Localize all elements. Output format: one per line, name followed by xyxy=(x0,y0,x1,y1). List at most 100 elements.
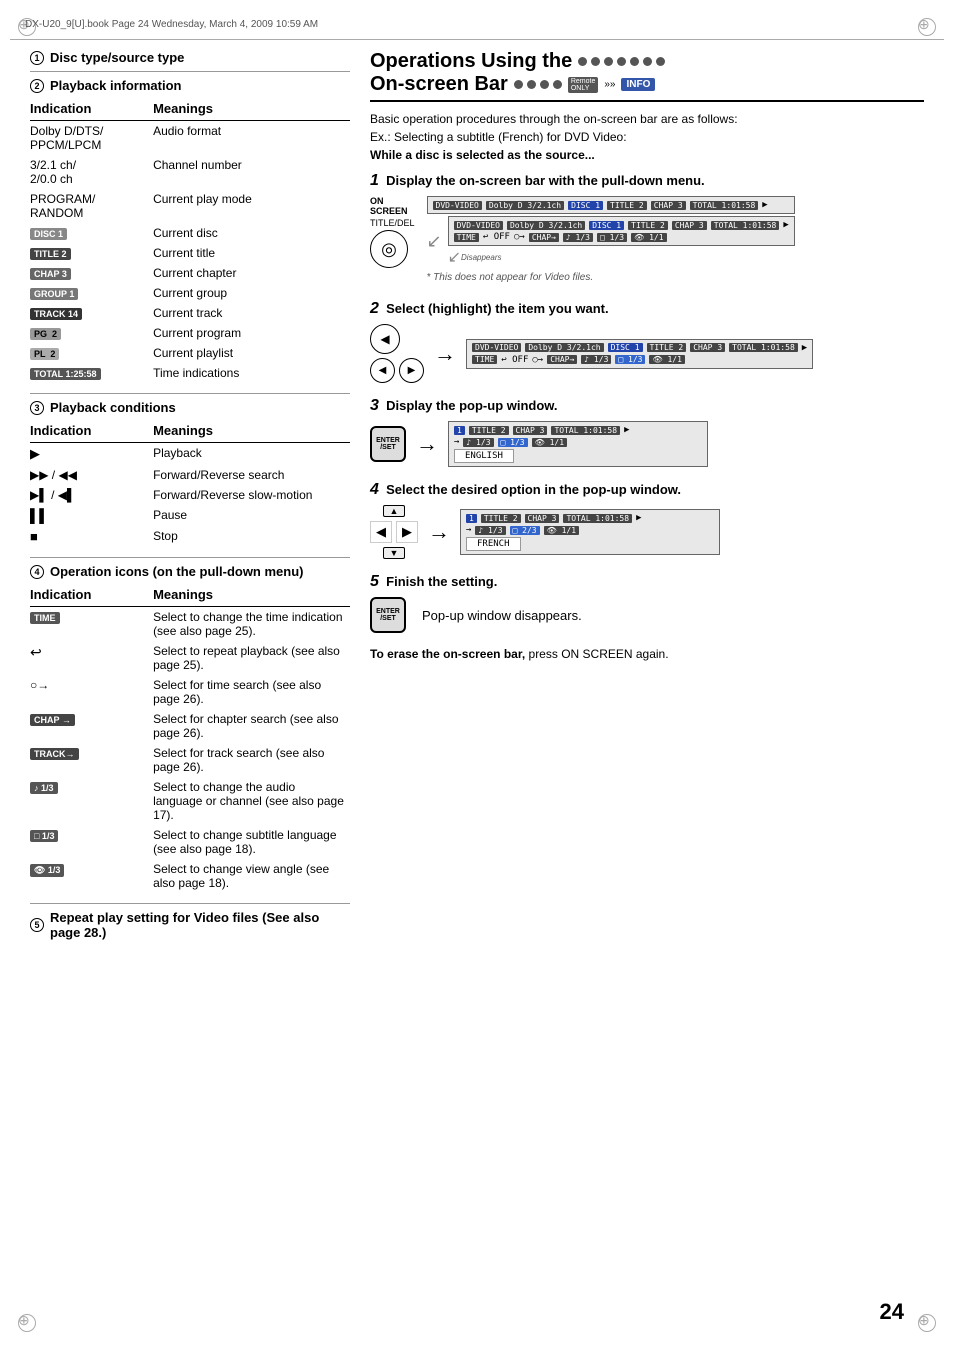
table-row: ▶▶ / ◀◀ Forward/Reverse search xyxy=(30,465,350,485)
indication-cell: PROGRAM/RANDOM xyxy=(30,189,153,223)
btn-right-4[interactable]: ▶ xyxy=(396,521,418,543)
meaning-cell: Current play mode xyxy=(153,189,350,223)
table-row: ▌▌ Pause xyxy=(30,505,350,526)
step-2-lr-btns: ◀ ▶ xyxy=(370,358,424,383)
audio-3: ♪ 1/3 xyxy=(463,438,493,447)
step-2: 2 Select (highlight) the item you want. … xyxy=(370,300,924,383)
screen-row-1a: DVD-VIDEO Dolby D 3/2.1ch DISC 1 TITLE 2… xyxy=(433,200,789,210)
btn-circle-1[interactable]: ◎ xyxy=(370,230,408,268)
time-badge-1: TIME xyxy=(454,233,479,242)
down-arrow-1: ↙ xyxy=(448,247,461,267)
info-badge: INFO xyxy=(621,78,655,91)
step-5-num: 5 xyxy=(370,573,379,590)
table-row: TOTAL 1:25:58 Time indications xyxy=(30,363,350,383)
col-header-indication-4: Indication xyxy=(30,585,153,607)
play-icon-3: ▶ xyxy=(624,425,629,435)
section-3-header: 3 Playback conditions xyxy=(30,400,350,415)
btn-left-2b[interactable]: ◀ xyxy=(370,358,395,383)
dot-6 xyxy=(643,57,652,66)
table-row: GROUP 1 Current group xyxy=(30,283,350,303)
title-text-1: Operations Using the xyxy=(370,50,572,73)
table-row: □ 1/3 Select to change subtitle language… xyxy=(30,825,350,859)
title-del-label: TITLE/DEL xyxy=(370,218,415,228)
table-row: TITLE 2 Current title xyxy=(30,243,350,263)
btn-down-4[interactable]: ▼ xyxy=(383,547,405,559)
section-4-table: Indication Meanings TIME Select to chang… xyxy=(30,585,350,893)
section-5-header: 5 Repeat play setting for Video files (S… xyxy=(30,910,350,940)
indication-cell: 👁 1/3 xyxy=(30,859,153,893)
badge-title: TITLE 2 xyxy=(30,248,71,260)
dot-1 xyxy=(578,57,587,66)
enter-text-3: ENTER xyxy=(376,437,400,444)
screen-row-2a: DVD-VIDEO Dolby D 3/2.1ch DISC 1 TITLE 2… xyxy=(472,343,807,353)
badge-total: TOTAL 1:25:58 xyxy=(30,368,101,380)
btn-left-2[interactable]: ◀ xyxy=(370,324,400,354)
indication-cell: ■ xyxy=(30,526,153,547)
popup-disappears-text: Pop-up window disappears. xyxy=(422,608,582,623)
enter-text-5: ENTER xyxy=(376,608,400,615)
screen-box-4a: 1 TITLE 2 CHAP 3 TOTAL 1:01:58 ▶ → ♪ 1/3… xyxy=(460,509,720,555)
play-icon-1a: ▶ xyxy=(762,200,767,210)
indication-cell: ▶▶ / ◀◀ xyxy=(30,465,153,485)
badge-subtitle: □ 1/3 xyxy=(30,830,58,842)
btn-left-4[interactable]: ◀ xyxy=(370,521,392,543)
dot-5 xyxy=(630,57,639,66)
total-badge-2: TOTAL 1:01:58 xyxy=(729,343,798,352)
section-2-title: Playback information xyxy=(50,78,181,93)
sub-4: □ 2/3 xyxy=(510,526,540,535)
table-row: ▶ Playback xyxy=(30,443,350,466)
dolby-badge-1a: Dolby D 3/2.1ch xyxy=(486,201,564,210)
step-1-instruction: Display the on-screen bar with the pull-… xyxy=(386,173,705,188)
indication-cell: □ 1/3 xyxy=(30,825,153,859)
dot-8 xyxy=(514,80,523,89)
btn-up-4[interactable]: ▲ xyxy=(383,505,405,517)
disc-badge-2: DISC 1 xyxy=(608,343,643,352)
badge-pg: PG 2 xyxy=(30,328,61,340)
meaning-cell: Current title xyxy=(153,243,350,263)
sub-2-hl: □ 1/3 xyxy=(615,355,645,364)
indication-cell: TRACK→ xyxy=(30,743,153,777)
arrow-3: → xyxy=(454,437,459,447)
dot-4 xyxy=(617,57,626,66)
section-5-num: 5 xyxy=(30,918,44,932)
arrow-4: → xyxy=(466,525,471,535)
indication-cell: 3/2.1 ch/2/0.0 ch xyxy=(30,155,153,189)
screen-row-1b: DVD-VIDEO Dolby D 3/2.1ch DISC 1 TITLE 2… xyxy=(454,220,789,230)
total-badge-1a: TOTAL 1:01:58 xyxy=(690,201,759,210)
chap-arr-2: CHAP→ xyxy=(547,355,577,364)
screen-row-4b: → ♪ 1/3 □ 2/3 👁 1/1 xyxy=(466,525,714,535)
title-badge-4: TITLE 2 xyxy=(481,514,521,523)
indication-cell: TIME xyxy=(30,607,153,642)
play-icon-1b: ▶ xyxy=(783,220,788,230)
step-1-left-diagram: ONSCREEN TITLE/DEL ◎ xyxy=(370,196,415,268)
table-row: 👁 1/3 Select to change view angle (see a… xyxy=(30,859,350,893)
divider-2 xyxy=(30,393,350,394)
table-row: ○→ Select for time search (see also page… xyxy=(30,675,350,709)
dvd-video-badge-1a: DVD-VIDEO xyxy=(433,201,482,210)
step-3-instruction: Display the pop-up window. xyxy=(386,398,557,413)
enter-btn-5[interactable]: ENTER /SET xyxy=(370,597,406,633)
col-header-meanings-3: Meanings xyxy=(153,421,350,443)
col-header-indication-3: Indication xyxy=(30,421,153,443)
total-badge-3: TOTAL 1:01:58 xyxy=(551,426,620,435)
disappears-label: Disappears xyxy=(461,253,501,262)
sub-1: □ 1/3 xyxy=(597,233,627,242)
step-4-num: 4 xyxy=(370,481,379,498)
step-3-content: ENTER /SET → 1 TITLE 2 CHAP 3 TOTAL 1:01… xyxy=(370,421,924,467)
chap-arr-1: CHAP→ xyxy=(529,233,559,242)
table-row: PL 2 Current playlist xyxy=(30,343,350,363)
indication-cell: DISC 1 xyxy=(30,223,153,243)
section-2-header: 2 Playback information xyxy=(30,78,350,93)
step-2-num: 2 xyxy=(370,300,379,317)
step-2-instruction: Select (highlight) the item you want. xyxy=(386,301,608,316)
screen-row-1c: TIME ↩ OFF ○→ CHAP→ ♪ 1/3 □ 1/3 👁 1/1 xyxy=(454,232,789,242)
enter-btn-3[interactable]: ENTER /SET xyxy=(370,426,406,462)
arrow-right-3: → xyxy=(416,431,438,457)
angle-2: 👁 1/1 xyxy=(649,355,684,364)
repeat-icon-1: ↩ OFF xyxy=(483,232,510,242)
audio-4: ♪ 1/3 xyxy=(475,526,505,535)
col-header-meanings-2: Meanings xyxy=(153,99,350,121)
step-5-instruction: Finish the setting. xyxy=(386,574,497,589)
btn-right-2b[interactable]: ▶ xyxy=(399,358,424,383)
table-row: ■ Stop xyxy=(30,526,350,547)
